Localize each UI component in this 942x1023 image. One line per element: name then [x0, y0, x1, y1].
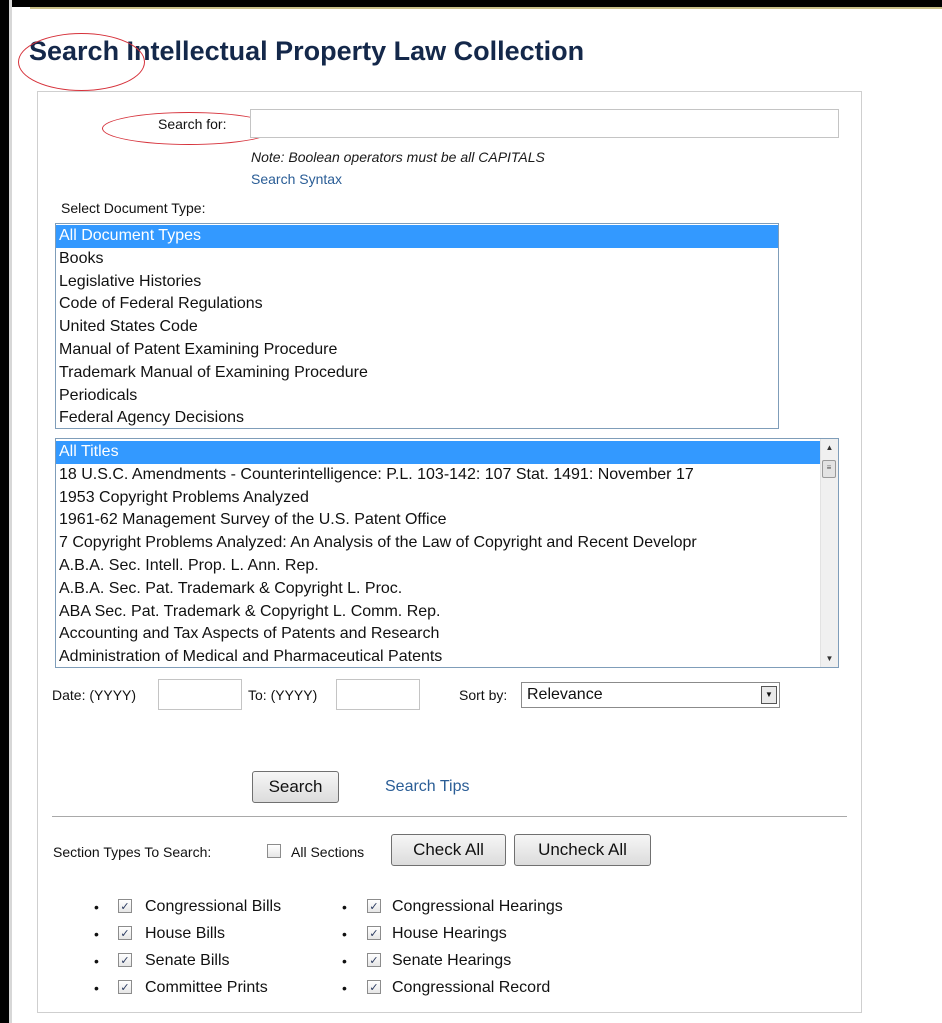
section-checkbox[interactable]: ✓: [367, 980, 381, 994]
all-sections-label: All Sections: [291, 844, 365, 860]
title-option[interactable]: 1961-62 Management Survey of the U.S. Pa…: [56, 509, 821, 532]
section-checkbox-label: Congressional Bills: [145, 898, 282, 915]
scroll-up-arrow-icon[interactable]: ▲: [821, 439, 838, 456]
window-left-shade: [9, 0, 12, 1023]
title-option[interactable]: Administration of Medical and Pharmaceut…: [56, 646, 821, 667]
scroll-down-arrow-icon[interactable]: ▼: [821, 650, 838, 667]
all-sections-checkbox[interactable]: [267, 844, 281, 858]
list-bullet: •: [94, 926, 99, 942]
document-type-option[interactable]: Manual of Patent Examining Procedure: [56, 339, 778, 362]
title-option[interactable]: 7 Copyright Problems Analyzed: An Analys…: [56, 532, 821, 555]
section-checkbox-label: Congressional Record: [392, 979, 551, 996]
list-bullet: •: [342, 953, 347, 969]
section-checkbox-label: House Bills: [145, 925, 226, 942]
document-type-listbox[interactable]: All Document Types Books Legislative Histo…: [55, 223, 779, 429]
document-type-option[interactable]: Trademark Manual of Examining Procedure: [56, 362, 778, 385]
document-type-option[interactable]: Books: [56, 248, 778, 271]
boolean-note: Note: Boolean operators must be all CAPI…: [251, 149, 545, 165]
window-left-border: [0, 0, 9, 1023]
section-checkbox-label: Senate Bills: [145, 952, 230, 969]
document-type-label: Select Document Type:: [61, 200, 206, 216]
list-bullet: •: [342, 899, 347, 915]
window-top-accent: [30, 7, 942, 9]
scroll-thumb[interactable]: ≡: [822, 460, 836, 478]
date-from-input[interactable]: [158, 679, 242, 710]
section-checkbox-label: Committee Prints: [145, 979, 268, 996]
window-top-border: [0, 0, 942, 7]
date-to-input[interactable]: [336, 679, 420, 710]
date-to-label: To: (YYYY): [248, 687, 318, 703]
titles-listbox[interactable]: All Titles 18 U.S.C. Amendments - Counter…: [55, 438, 839, 668]
list-bullet: •: [94, 899, 99, 915]
search-syntax-link[interactable]: Search Syntax: [251, 171, 342, 187]
date-from-label: Date: (YYYY): [52, 687, 137, 703]
list-bullet: •: [342, 926, 347, 942]
section-checkbox[interactable]: ✓: [118, 980, 132, 994]
section-checkbox[interactable]: ✓: [118, 953, 132, 967]
document-type-option[interactable]: Legislative Histories: [56, 271, 778, 294]
list-bullet: •: [94, 980, 99, 996]
search-button[interactable]: Search: [252, 771, 339, 803]
titles-scrollbar[interactable]: ▲ ≡ ▼: [820, 439, 838, 667]
section-checkbox[interactable]: ✓: [118, 899, 132, 913]
list-bullet: •: [342, 980, 347, 996]
title-option[interactable]: All Titles: [56, 441, 821, 464]
section-checkbox[interactable]: ✓: [118, 926, 132, 940]
section-checkbox-label: Congressional Hearings: [392, 898, 563, 915]
title-option[interactable]: 18 U.S.C. Amendments - Counterintelligen…: [56, 464, 821, 487]
document-type-option[interactable]: All Document Types: [56, 225, 778, 248]
panel-bottom-border: [37, 1012, 861, 1013]
check-all-button[interactable]: Check All: [391, 834, 506, 866]
list-bullet: •: [94, 953, 99, 969]
section-types-label: Section Types To Search:: [53, 844, 212, 860]
document-type-option[interactable]: Code of Federal Regulations: [56, 293, 778, 316]
title-annotation-circle: [18, 33, 145, 91]
title-option[interactable]: A.B.A. Sec. Pat. Trademark & Copyright L…: [56, 578, 821, 601]
title-option[interactable]: A.B.A. Sec. Intell. Prop. L. Ann. Rep.: [56, 555, 821, 578]
uncheck-all-button[interactable]: Uncheck All: [514, 834, 651, 866]
sort-by-label: Sort by:: [459, 687, 508, 703]
title-option[interactable]: Accounting and Tax Aspects of Patents an…: [56, 623, 821, 646]
title-option[interactable]: ABA Sec. Pat. Trademark & Copyright L. C…: [56, 601, 821, 624]
section-checkbox[interactable]: ✓: [367, 899, 381, 913]
sort-by-value: Relevance: [527, 686, 603, 703]
section-checkbox[interactable]: ✓: [367, 953, 381, 967]
sort-by-select[interactable]: Relevance ▼: [521, 682, 780, 708]
chevron-down-icon[interactable]: ▼: [761, 686, 777, 704]
search-input[interactable]: [250, 109, 839, 138]
search-tips-link[interactable]: Search Tips: [385, 778, 469, 796]
section-checkbox-label: House Hearings: [392, 925, 507, 942]
section-divider: [52, 816, 847, 817]
title-option[interactable]: 1953 Copyright Problems Analyzed: [56, 487, 821, 510]
document-type-option[interactable]: United States Code: [56, 316, 778, 339]
section-checkbox[interactable]: ✓: [367, 926, 381, 940]
document-type-option[interactable]: Federal Agency Decisions: [56, 407, 778, 428]
document-type-option[interactable]: Periodicals: [56, 385, 778, 408]
section-checkbox-label: Senate Hearings: [392, 952, 512, 969]
